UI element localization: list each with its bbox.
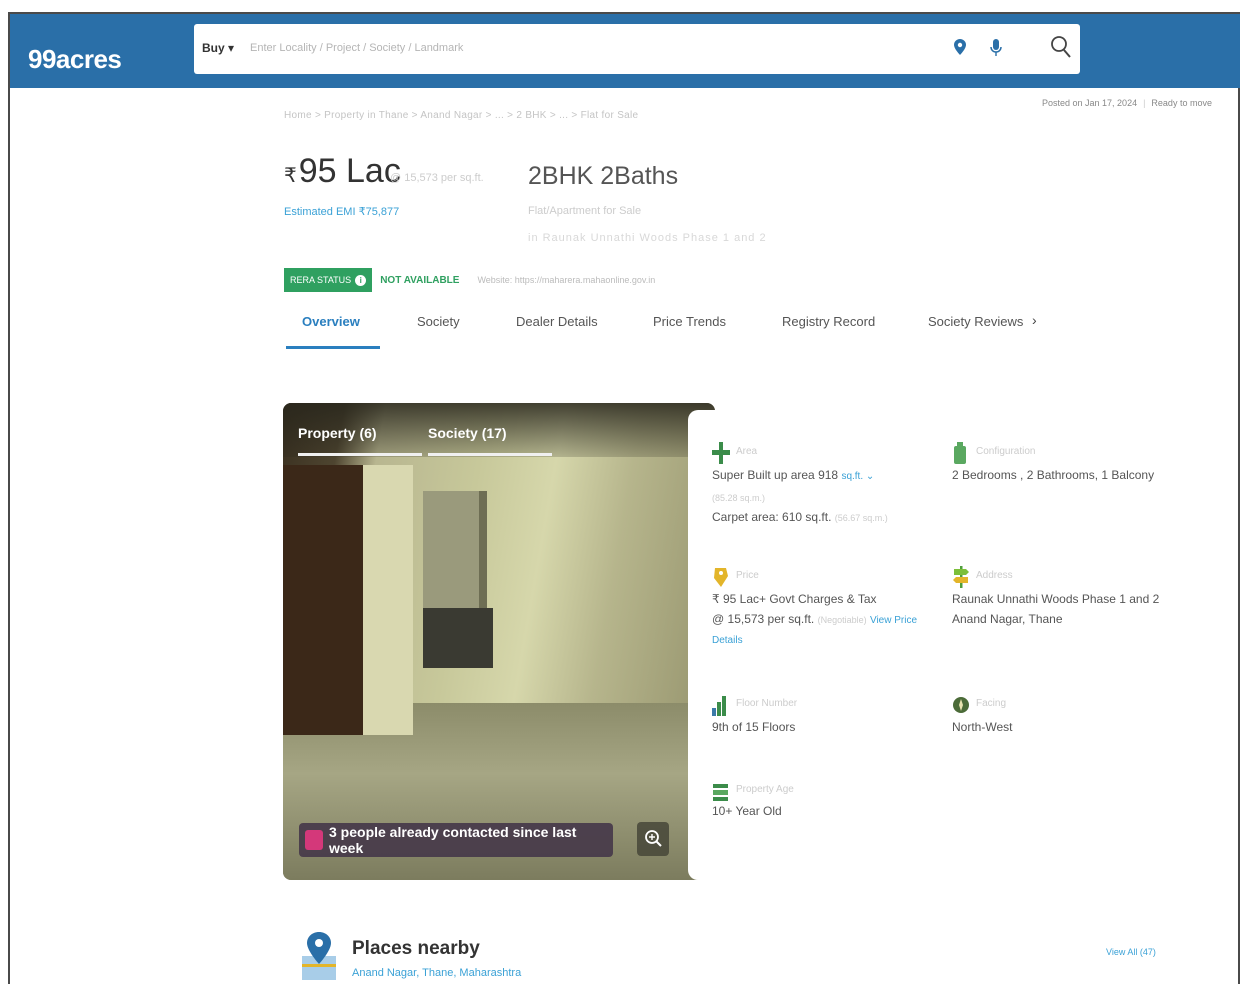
tab-registry-record[interactable]: Registry Record	[782, 314, 875, 329]
compass-icon	[953, 697, 969, 713]
gallery-tab-property[interactable]: Property (6)	[298, 425, 377, 441]
view-price-link[interactable]: View Price	[870, 615, 917, 626]
price-line-2: @ 15,573 per sq.ft. (Negotiable) View Pr…	[712, 612, 917, 626]
carpet-area: Carpet area: 610 sq.ft. (56.67 sq.m.)	[712, 510, 888, 524]
buy-dropdown[interactable]: Buy ▾	[202, 41, 234, 55]
area-icon	[712, 442, 730, 464]
area-unit-selector[interactable]: sq.ft. ⌄	[841, 471, 874, 482]
area-sqm: (85.28 sq.m.)	[712, 490, 765, 504]
search-icon[interactable]	[1050, 35, 1072, 59]
photo-door-frame	[363, 465, 413, 735]
search-input[interactable]: Enter Locality / Project / Society / Lan…	[250, 42, 463, 54]
address-line-2: Anand Nagar, Thane	[952, 612, 1063, 626]
logo[interactable]: 99acres	[28, 44, 122, 75]
currency-symbol: ₹	[284, 165, 297, 187]
negotiable-tag: (Negotiable)	[817, 615, 867, 625]
emi-link[interactable]: Estimated EMI ₹75,877	[284, 205, 399, 218]
area-sqm-value: (85.28 sq.m.)	[712, 493, 766, 503]
info-icon[interactable]: i	[355, 274, 367, 286]
super-built-up-area: Super Built up area 918 sq.ft. ⌄	[712, 468, 874, 482]
photo-gallery[interactable]: Property (6) Society (17) 3 people alrea…	[283, 403, 715, 880]
price-details-row: Details	[712, 632, 743, 646]
places-title: Places nearby	[352, 938, 480, 959]
price: ₹95 Lac	[284, 152, 401, 191]
posted-info: Posted on Jan 17, 2024 | Ready to move	[1042, 98, 1212, 108]
price-per-sqft-detail: @ 15,573 per sq.ft.	[712, 612, 815, 626]
price-line-1: ₹ 95 Lac+ Govt Charges & Tax	[712, 592, 877, 606]
property-age-value: 10+ Year Old	[712, 804, 782, 818]
rera-row: RERA STATUS i NOT AVAILABLE Website: htt…	[284, 268, 655, 292]
price-details-link[interactable]: Details	[712, 635, 743, 646]
photo-door	[283, 465, 363, 735]
zoom-icon[interactable]	[637, 822, 669, 856]
tab-overview[interactable]: Overview	[302, 314, 360, 329]
signpost-icon	[953, 566, 969, 588]
breadcrumb[interactable]: Home > Property in Thane > Anand Nagar >…	[284, 110, 638, 121]
facing-value: North-West	[952, 720, 1013, 734]
property-details-card: Area Super Built up area 918 sq.ft. ⌄ (8…	[688, 410, 1208, 880]
gallery-tab-society-underline	[428, 453, 552, 456]
price-tag-icon	[714, 568, 728, 587]
configuration-icon	[954, 442, 966, 464]
property-age-label: Property Age	[736, 784, 794, 795]
active-tab-indicator	[286, 346, 380, 349]
tab-dealer-details[interactable]: Dealer Details	[516, 314, 598, 329]
possession-status: Ready to move	[1151, 98, 1212, 108]
tab-price-trends[interactable]: Price Trends	[653, 314, 726, 329]
search-bar[interactable]: Buy ▾ Enter Locality / Project / Society…	[194, 24, 1080, 74]
contact-icon	[305, 830, 323, 850]
carpet-area-value: Carpet area: 610 sq.ft.	[712, 510, 832, 524]
address-label: Address	[976, 570, 1013, 581]
gallery-tab-property-underline	[298, 453, 422, 456]
floor-value: 9th of 15 Floors	[712, 720, 796, 734]
rera-status: NOT AVAILABLE	[380, 274, 460, 286]
area-label: Area	[736, 446, 758, 457]
view-all-places-link[interactable]: View All (47)	[1106, 947, 1156, 957]
property-type: Flat/Apartment for Sale	[528, 205, 642, 217]
rera-badge-label: RERA STATUS	[290, 275, 352, 285]
facing-label: Facing	[976, 698, 1007, 709]
gallery-tab-society[interactable]: Society (17)	[428, 425, 507, 441]
price-per-sqft: @ 15,573 per sq.ft.	[390, 172, 484, 184]
address-line-1: Raunak Unnathi Woods Phase 1 and 2	[952, 592, 1160, 606]
rera-website[interactable]: Website: https://maharera.mahaonline.gov…	[477, 275, 655, 285]
location-icon[interactable]	[954, 39, 966, 55]
contacted-banner: 3 people already contacted since last we…	[299, 823, 613, 857]
config-title: 2BHK 2Baths	[528, 162, 679, 190]
section-tabs: Overview Society Dealer Details Price Tr…	[284, 308, 1064, 352]
rera-badge: RERA STATUS i	[284, 268, 373, 292]
tab-society[interactable]: Society	[417, 314, 460, 329]
configuration-value: 2 Bedrooms , 2 Bathrooms, 1 Balcony	[952, 468, 1155, 482]
configuration-label: Configuration	[976, 446, 1036, 457]
carpet-area-sqm: (56.67 sq.m.)	[834, 513, 888, 523]
contacted-text: 3 people already contacted since last we…	[329, 824, 577, 856]
tab-society-reviews[interactable]: Society Reviews	[928, 314, 1023, 329]
super-built-up-value: Super Built up area 918	[712, 468, 839, 482]
chevron-right-icon[interactable]: ›	[1032, 312, 1037, 328]
places-location: Anand Nagar, Thane, Maharashtra	[352, 967, 522, 979]
microphone-icon[interactable]	[990, 39, 1002, 57]
calendar-icon	[713, 784, 728, 801]
price-label: Price	[736, 570, 759, 581]
photo-cabinet	[423, 491, 487, 611]
property-project: in Raunak Unnathi Woods Phase 1 and 2	[528, 232, 767, 244]
map-pin-icon	[302, 932, 336, 980]
posted-date: Posted on Jan 17, 2024	[1042, 98, 1138, 108]
gallery-tabs: Property (6) Society (17)	[283, 403, 715, 457]
photo-counter	[423, 608, 493, 668]
floor-label: Floor Number	[736, 698, 798, 709]
price-value: 95 Lac	[298, 152, 401, 190]
floor-icon	[712, 696, 726, 716]
